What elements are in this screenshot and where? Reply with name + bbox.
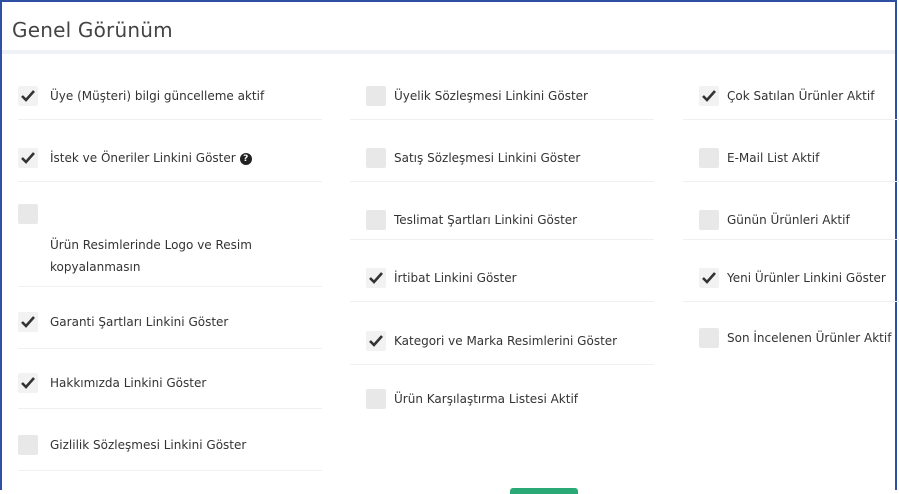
option-label: Çok Satılan Ürünler Aktif [727, 89, 875, 103]
checkbox[interactable] [699, 148, 719, 168]
save-button[interactable] [510, 488, 578, 494]
option-privacy-link[interactable]: Gizlilik Sözleşmesi Linkini Göster [18, 409, 322, 471]
checkmark-icon [21, 90, 35, 102]
option-suggestions-link[interactable]: İstek ve Öneriler Linkini Göster? [18, 120, 322, 182]
checkmark-icon [21, 316, 35, 328]
option-label: Gizlilik Sözleşmesi Linkini Göster [50, 438, 247, 452]
option-about-link[interactable]: Hakkımızda Linkini Göster [18, 349, 322, 409]
checkmark-icon [369, 272, 383, 284]
option-label: Yeni Ürünler Linkini Göster [727, 271, 886, 285]
checkbox[interactable] [699, 328, 719, 348]
option-delivery-terms-link[interactable]: Teslimat Şartları Linkini Göster [350, 182, 654, 240]
option-label: İrtibat Linkini Göster [394, 271, 517, 285]
option-label: Günün Ürünleri Aktif [727, 213, 850, 227]
option-label: Ürün Resimlerinde Logo ve Resim kopyalan… [50, 238, 252, 274]
checkbox[interactable] [18, 312, 38, 332]
checkbox[interactable] [366, 148, 386, 168]
checkbox[interactable] [18, 204, 38, 224]
option-label: Üye (Müşteri) bilgi güncelleme aktif [50, 89, 265, 103]
option-label: Teslimat Şartları Linkini Göster [394, 213, 578, 227]
option-label: Kategori ve Marka Resimlerini Göster [394, 334, 618, 348]
option-label: Garanti Şartları Linkini Göster [50, 315, 229, 329]
option-label: Son İncelenen Ürünler Aktif [727, 331, 892, 345]
question-circle-icon[interactable]: ? [239, 153, 252, 165]
checkbox[interactable] [699, 86, 719, 106]
option-label: Satış Sözleşmesi Linkini Göster [394, 151, 581, 165]
option-new-products-link[interactable]: Yeni Ürünler Linkini Göster [683, 240, 899, 302]
checkbox[interactable] [366, 389, 386, 409]
checkbox[interactable] [18, 373, 38, 393]
checkbox[interactable] [18, 148, 38, 168]
option-member-info-update[interactable]: Üye (Müşteri) bilgi güncelleme aktif [18, 58, 322, 120]
checkmark-icon [702, 90, 716, 102]
option-label-wrap: İstek ve Öneriler Linkini Göster? [50, 147, 252, 169]
checkmark-icon [702, 272, 716, 284]
option-label: İstek ve Öneriler Linkini Göster [50, 151, 236, 165]
checkbox[interactable] [366, 331, 386, 351]
option-daily-products[interactable]: Günün Ürünleri Aktif [683, 182, 899, 240]
option-email-list[interactable]: E-Mail List Aktif [683, 120, 899, 182]
option-recently-viewed[interactable]: Son İncelenen Ürünler Aktif [683, 302, 899, 362]
option-label: Ürün Karşılaştırma Listesi Aktif [394, 392, 579, 406]
general-view-panel: Genel Görünüm Üye (Müşteri) bilgi güncel… [0, 0, 899, 494]
checkmark-icon [21, 152, 35, 164]
checkbox[interactable] [366, 268, 386, 288]
option-best-sellers[interactable]: Çok Satılan Ürünler Aktif [683, 58, 899, 120]
checkmark-icon [21, 377, 35, 389]
checkbox[interactable] [366, 86, 386, 106]
option-image-copy-protection[interactable]: Ürün Resimlerinde Logo ve Resim kopyalan… [18, 182, 322, 287]
panel-header: Genel Görünüm [2, 2, 895, 54]
checkbox[interactable] [699, 210, 719, 230]
checkmark-icon [369, 335, 383, 347]
options-column-3: Çok Satılan Ürünler Aktif E-Mail List Ak… [683, 58, 899, 362]
option-label: Hakkımızda Linkini Göster [50, 376, 207, 390]
checkbox[interactable] [366, 210, 386, 230]
option-product-compare-list[interactable]: Ürün Karşılaştırma Listesi Aktif [350, 365, 654, 427]
panel-title: Genel Görünüm [12, 18, 173, 42]
options-column-2: Üyelik Sözleşmesi Linkini Göster Satış S… [350, 58, 654, 427]
option-membership-agreement-link[interactable]: Üyelik Sözleşmesi Linkini Göster [350, 58, 654, 120]
option-sales-agreement-link[interactable]: Satış Sözleşmesi Linkini Göster [350, 120, 654, 182]
option-category-brand-images[interactable]: Kategori ve Marka Resimlerini Göster [350, 302, 654, 365]
checkbox[interactable] [18, 435, 38, 455]
option-label: E-Mail List Aktif [727, 151, 820, 165]
checkbox[interactable] [699, 268, 719, 288]
option-contact-link[interactable]: İrtibat Linkini Göster [350, 240, 654, 302]
checkbox[interactable] [18, 86, 38, 106]
option-label: Üyelik Sözleşmesi Linkini Göster [394, 89, 588, 103]
options-column-1: Üye (Müşteri) bilgi güncelleme aktif İst… [18, 58, 322, 471]
option-warranty-link[interactable]: Garanti Şartları Linkini Göster [18, 287, 322, 349]
